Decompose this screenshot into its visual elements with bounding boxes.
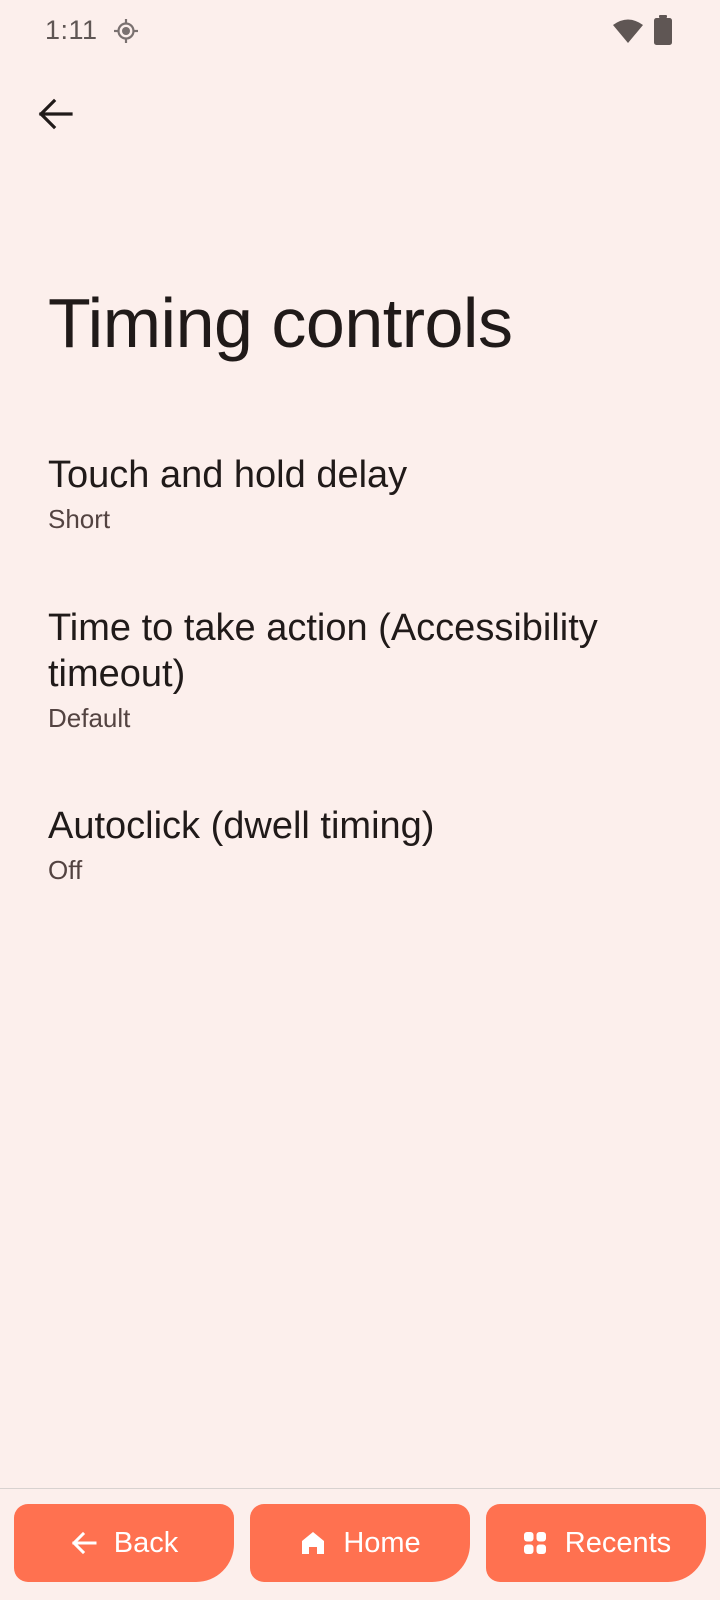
status-time: 1:11	[45, 15, 98, 45]
nav-back-button[interactable]: Back	[14, 1504, 234, 1582]
arrow-back-icon[interactable]	[34, 92, 78, 136]
home-icon	[302, 1532, 325, 1554]
navigation-bar: Back Home Recents	[0, 1489, 720, 1600]
setting-title: Touch and hold delay	[48, 454, 408, 496]
setting-title: Autoclick (dwell timing)	[48, 805, 435, 847]
setting-accessibility-timeout[interactable]: Time to take action (Accessibility timeo…	[0, 605, 720, 735]
status-bar: 1:11	[0, 0, 720, 62]
recents-icon	[523, 1532, 546, 1554]
setting-touch-and-hold-delay[interactable]: Touch and hold delay Short	[0, 452, 720, 536]
arrow-back-icon	[71, 1531, 97, 1555]
setting-summary: Off	[48, 855, 83, 885]
nav-home-button[interactable]: Home	[250, 1504, 470, 1582]
setting-autoclick[interactable]: Autoclick (dwell timing) Off	[0, 803, 720, 887]
setting-summary: Default	[48, 703, 131, 733]
wifi-icon	[613, 19, 643, 43]
nav-home-label: Home	[343, 1526, 421, 1559]
setting-title: Time to take action (Accessibility timeo…	[48, 607, 598, 695]
nav-recents-button[interactable]: Recents	[486, 1504, 706, 1582]
page-title: Timing controls	[48, 284, 513, 362]
nav-back-label: Back	[113, 1526, 179, 1559]
nav-recents-label: Recents	[564, 1526, 672, 1559]
setting-summary: Short	[48, 504, 111, 534]
gps-icon	[114, 19, 138, 43]
battery-icon	[654, 15, 672, 45]
